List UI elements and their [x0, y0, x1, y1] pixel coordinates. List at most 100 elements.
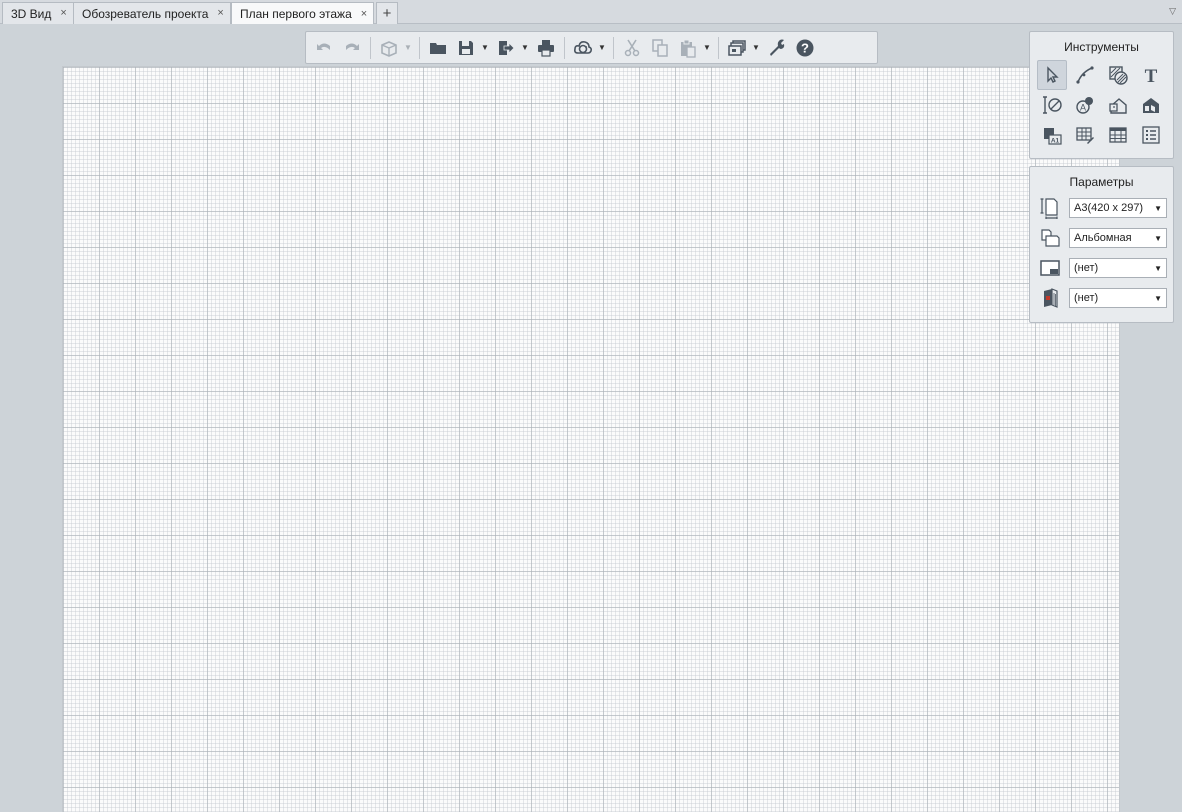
printer-icon — [538, 39, 554, 57]
hatch-tool-button[interactable] — [1103, 60, 1133, 90]
chevron-down-icon: ▼ — [1154, 233, 1162, 243]
parameters-panel: Параметры A3(420 x 297) ▼ Альбомная ▼ (н… — [1029, 166, 1174, 323]
elevation-tool-button[interactable] — [1103, 90, 1133, 120]
tab-label: План первого этажа — [240, 7, 352, 21]
print-button[interactable] — [533, 35, 559, 61]
orientation-select[interactable]: Альбомная ▼ — [1069, 228, 1167, 248]
tab-bar: 3D Вид × Обозреватель проекта × План пер… — [0, 0, 1182, 25]
paste-dropdown-icon[interactable]: ▼ — [702, 35, 712, 61]
clipboard-icon — [681, 39, 696, 58]
text-tool-button[interactable]: T — [1136, 60, 1166, 90]
tools-grid: T A A1 — [1030, 56, 1173, 150]
tab-close-icon[interactable]: × — [361, 8, 367, 20]
frame-row: (нет) ▼ — [1038, 255, 1173, 281]
chevron-down-icon: ▼ — [1154, 263, 1162, 273]
help-icon: ? — [796, 39, 814, 56]
tab-first-floor-plan[interactable]: План первого этажа × — [231, 2, 375, 25]
toolbar-separator — [419, 36, 420, 59]
line-tool-button[interactable] — [1070, 60, 1100, 90]
drawing-sheet[interactable] — [62, 66, 1120, 812]
redo-icon — [346, 43, 359, 50]
drawing-workarea[interactable] — [0, 24, 1182, 812]
schedule-edit-tool-button[interactable] — [1070, 120, 1100, 150]
open-button[interactable] — [425, 35, 451, 61]
chevron-down-icon: ▼ — [1154, 203, 1162, 213]
orientation-row: Альбомная ▼ — [1038, 225, 1173, 251]
paste-button[interactable] — [675, 35, 701, 61]
frame-icon — [1038, 256, 1062, 280]
save-button[interactable] — [453, 35, 479, 61]
help-button[interactable]: ? — [792, 35, 818, 61]
undo-icon — [317, 43, 330, 50]
sheet-view-tool-button[interactable]: A1 — [1037, 120, 1067, 150]
svg-text:?: ? — [801, 40, 809, 55]
tools-panel: Инструменты T A A1 — [1029, 31, 1174, 159]
house-elevation-icon — [1109, 98, 1127, 114]
new-project-button[interactable] — [376, 35, 402, 61]
main-toolbar: ▼ ▼ ▼ ▼ ▼ ▼ ? — [305, 31, 878, 64]
scissors-icon — [624, 39, 640, 56]
dimension-tool-button[interactable] — [1037, 90, 1067, 120]
select-tool-button[interactable] — [1037, 60, 1067, 90]
text-icon: T — [1145, 66, 1158, 86]
stamp-select[interactable]: (нет) ▼ — [1069, 288, 1167, 308]
stamp-book-icon — [1038, 286, 1062, 310]
copy-icon — [652, 38, 668, 57]
redo-button[interactable] — [339, 35, 365, 61]
save-dropdown-icon[interactable]: ▼ — [480, 35, 490, 61]
list-tool-button[interactable] — [1136, 120, 1166, 150]
list-icon — [1142, 126, 1160, 144]
page-orientation-icon — [1038, 226, 1062, 250]
dimension-icon — [1043, 96, 1062, 114]
parameters-panel-title: Параметры — [1069, 175, 1134, 189]
tab-close-icon[interactable]: × — [60, 8, 66, 19]
house-3d-tool-button[interactable] — [1136, 90, 1166, 120]
orientation-value: Альбомная — [1074, 232, 1132, 244]
toolbar-separator — [718, 36, 719, 59]
floppy-disk-icon — [459, 40, 473, 55]
annotation-tool-button[interactable]: A — [1070, 90, 1100, 120]
hatch-area-icon — [1109, 66, 1128, 85]
paper-size-value: A3(420 x 297) — [1074, 202, 1144, 214]
cloud-sync-button[interactable] — [570, 35, 596, 61]
table-icon — [1109, 127, 1127, 143]
text-tool-glyph: T — [1145, 66, 1158, 86]
toolbar-separator — [613, 36, 614, 59]
export-button[interactable] — [493, 35, 519, 61]
tab-project-browser[interactable]: Обозреватель проекта × — [73, 2, 231, 24]
annotation-icon: A — [1076, 97, 1093, 114]
stamp-row: (нет) ▼ — [1038, 285, 1173, 311]
toolbar-separator — [564, 36, 565, 59]
paper-size-select[interactable]: A3(420 x 297) ▼ — [1069, 198, 1167, 218]
add-tab-button[interactable]: + — [376, 2, 398, 24]
sheet-a1-icon: A1 — [1044, 128, 1062, 145]
svg-text:A1: A1 — [1051, 138, 1060, 145]
cut-button[interactable] — [619, 35, 645, 61]
cursor-arrow-icon — [1047, 66, 1059, 83]
new-project-dropdown-icon[interactable]: ▼ — [403, 35, 413, 61]
box-3d-icon — [381, 40, 397, 57]
chevron-down-icon: ▼ — [1154, 293, 1162, 303]
frame-select[interactable]: (нет) ▼ — [1069, 258, 1167, 278]
table-tool-button[interactable] — [1103, 120, 1133, 150]
toolbar-separator — [370, 36, 371, 59]
tab-list-menu-icon[interactable]: ▽ — [1169, 6, 1176, 17]
cloud-sync-icon — [574, 40, 593, 54]
app-window: 3D Вид × Обозреватель проекта × План пер… — [0, 0, 1182, 812]
layers-icon — [728, 39, 746, 56]
tab-label: 3D Вид — [11, 6, 52, 21]
cloud-sync-dropdown-icon[interactable]: ▼ — [597, 35, 607, 61]
export-dropdown-icon[interactable]: ▼ — [520, 35, 530, 61]
tab-close-icon[interactable]: × — [217, 8, 223, 19]
layers-button[interactable] — [724, 35, 750, 61]
copy-button[interactable] — [647, 35, 673, 61]
house-3d-icon — [1143, 98, 1159, 113]
table-edit-icon — [1076, 127, 1094, 144]
tab-3d-view[interactable]: 3D Вид × — [2, 2, 74, 24]
layers-dropdown-icon[interactable]: ▼ — [751, 35, 761, 61]
settings-button[interactable] — [764, 35, 790, 61]
tab-label: Обозреватель проекта — [82, 6, 209, 21]
tools-panel-title: Инструменты — [1064, 40, 1139, 54]
wrench-icon — [770, 39, 785, 56]
undo-button[interactable] — [311, 35, 337, 61]
